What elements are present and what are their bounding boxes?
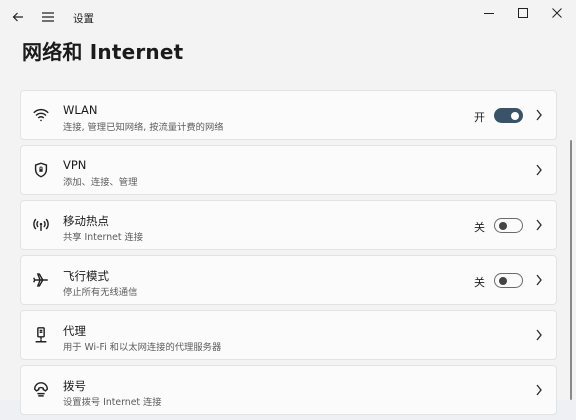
toggle-knob bbox=[499, 276, 507, 285]
chevron-right-icon bbox=[534, 217, 544, 233]
app-title: 设置 bbox=[73, 13, 94, 25]
toggle-state-label: 开 bbox=[474, 111, 485, 124]
toggle-knob bbox=[499, 221, 507, 230]
setting-title: 拨号 bbox=[63, 379, 86, 393]
maximize-icon bbox=[518, 8, 528, 18]
minimize-icon bbox=[484, 13, 494, 14]
wifi-icon bbox=[31, 105, 51, 125]
setting-title: WLAN bbox=[63, 103, 98, 117]
setting-subtitle: 添加、连接、管理 bbox=[63, 177, 138, 188]
back-arrow-icon bbox=[12, 12, 23, 22]
setting-title: VPN bbox=[63, 158, 87, 172]
scrollbar[interactable] bbox=[570, 140, 572, 400]
setting-airplane[interactable]: 飞行模式 停止所有无线通信 关 bbox=[20, 255, 557, 305]
proxy-icon bbox=[31, 325, 51, 345]
setting-vpn[interactable]: VPN 添加、连接、管理 bbox=[20, 145, 557, 195]
maximize-button[interactable] bbox=[506, 0, 540, 26]
close-button[interactable] bbox=[540, 0, 574, 26]
page-title: 网络和 Internet bbox=[22, 40, 184, 64]
setting-subtitle: 停止所有无线通信 bbox=[63, 287, 138, 298]
chevron-right-icon bbox=[534, 272, 544, 288]
chevron-right-icon bbox=[534, 107, 544, 123]
setting-hotspot[interactable]: 移动热点 共享 Internet 连接 关 bbox=[20, 200, 557, 250]
setting-subtitle: 连接, 管理已知网络, 按流量计费的网络 bbox=[63, 122, 224, 133]
chevron-right-icon bbox=[534, 162, 544, 178]
toggle-state-label: 关 bbox=[474, 221, 485, 234]
toggle-knob bbox=[511, 111, 519, 120]
close-icon bbox=[552, 8, 562, 18]
setting-wlan[interactable]: WLAN 连接, 管理已知网络, 按流量计费的网络 开 bbox=[20, 90, 557, 140]
wlan-toggle[interactable] bbox=[494, 108, 523, 123]
back-button[interactable] bbox=[4, 3, 32, 31]
setting-title: 移动热点 bbox=[63, 214, 109, 228]
toggle-state-label: 关 bbox=[474, 276, 485, 289]
setting-subtitle: 共享 Internet 连接 bbox=[63, 232, 144, 243]
setting-proxy[interactable]: 代理 用于 Wi-Fi 和以太网连接的代理服务器 bbox=[20, 310, 557, 360]
hamburger-icon bbox=[42, 12, 54, 22]
hotspot-toggle[interactable] bbox=[494, 218, 523, 233]
settings-list: WLAN 连接, 管理已知网络, 按流量计费的网络 开 VPN 添加、连接、管理… bbox=[20, 90, 557, 420]
hotspot-icon bbox=[31, 215, 51, 235]
menu-button[interactable] bbox=[34, 3, 62, 31]
airplane-icon bbox=[31, 270, 51, 290]
settings-window: 设置 网络和 Internet WLAN 连接, 管理已知网络, 按流量计费的网… bbox=[0, 0, 576, 415]
setting-title: 飞行模式 bbox=[63, 269, 109, 283]
chevron-right-icon bbox=[534, 382, 544, 398]
setting-title: 代理 bbox=[63, 324, 86, 338]
dialup-icon bbox=[31, 380, 51, 400]
minimize-button[interactable] bbox=[472, 0, 506, 26]
chevron-right-icon bbox=[534, 327, 544, 343]
setting-subtitle: 用于 Wi-Fi 和以太网连接的代理服务器 bbox=[63, 342, 222, 353]
title-bar: 设置 bbox=[0, 0, 576, 34]
airplane-toggle[interactable] bbox=[494, 273, 523, 288]
setting-subtitle: 设置拨号 Internet 连接 bbox=[63, 397, 162, 408]
setting-dialup[interactable]: 拨号 设置拨号 Internet 连接 bbox=[20, 365, 557, 415]
shield-icon bbox=[31, 160, 51, 180]
